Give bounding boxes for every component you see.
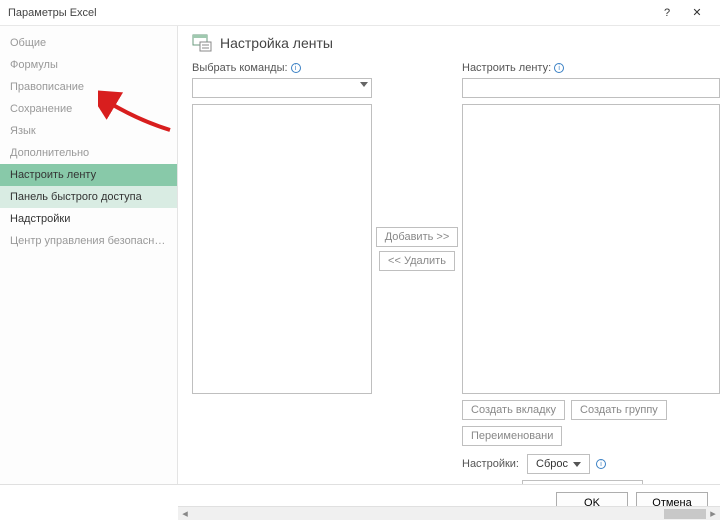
sidebar-item-addins[interactable]: Надстройки	[0, 208, 177, 230]
ribbon-tree[interactable]	[462, 104, 720, 394]
content-pane: Настройка ленты Выбрать команды: i Настр…	[178, 26, 720, 484]
import-export-button[interactable]: Импорт и экспорт	[522, 480, 643, 484]
reset-button[interactable]: Сброс	[527, 454, 590, 474]
sidebar-item-quick-access[interactable]: Панель быстрого доступа	[0, 186, 177, 208]
main-area: Общие Формулы Правописание Сохранение Яз…	[0, 26, 720, 484]
new-tab-button: Создать вкладку	[462, 400, 565, 420]
commands-listbox[interactable]	[192, 104, 372, 394]
info-icon[interactable]: i	[554, 63, 564, 73]
window-title: Параметры Excel	[8, 7, 97, 19]
sidebar-item-formulas[interactable]: Формулы	[0, 54, 177, 76]
sidebar-item-trust-center[interactable]: Центр управления безопасностью	[0, 230, 177, 252]
new-group-button: Создать группу	[571, 400, 667, 420]
sidebar: Общие Формулы Правописание Сохранение Яз…	[0, 26, 178, 484]
sidebar-item-language[interactable]: Язык	[0, 120, 177, 142]
sidebar-item-customize-ribbon[interactable]: Настроить ленту	[0, 164, 177, 186]
chevron-down-icon	[360, 82, 368, 87]
choose-commands-combo[interactable]	[192, 78, 372, 98]
info-icon[interactable]: i	[596, 459, 606, 469]
sidebar-item-advanced[interactable]: Дополнительно	[0, 142, 177, 164]
info-icon[interactable]: i	[291, 63, 301, 73]
horizontal-scrollbar[interactable]: ◂ ▸	[178, 506, 720, 520]
help-button[interactable]: ?	[652, 0, 682, 26]
choose-commands-label: Выбрать команды: i	[192, 62, 372, 74]
scrollbar-thumb[interactable]	[664, 509, 706, 519]
content-header: Настройка ленты	[192, 34, 720, 52]
scroll-right-icon[interactable]: ▸	[706, 507, 720, 521]
content-title: Настройка ленты	[220, 35, 333, 51]
sidebar-item-proofing[interactable]: Правописание	[0, 76, 177, 98]
sidebar-item-save[interactable]: Сохранение	[0, 98, 177, 120]
sidebar-item-general[interactable]: Общие	[0, 32, 177, 54]
ribbon-settings-icon	[192, 34, 212, 52]
close-button[interactable]: ✕	[682, 0, 712, 26]
add-button: Добавить >>	[376, 227, 459, 247]
rename-button: Переименовани	[462, 426, 562, 446]
customize-ribbon-label: Настроить ленту: i	[462, 62, 720, 74]
remove-button: << Удалить	[379, 251, 455, 271]
titlebar: Параметры Excel ? ✕	[0, 0, 720, 26]
customize-ribbon-combo[interactable]	[462, 78, 720, 98]
settings-label: Настройки:	[462, 458, 519, 470]
scroll-left-icon[interactable]: ◂	[178, 507, 192, 521]
